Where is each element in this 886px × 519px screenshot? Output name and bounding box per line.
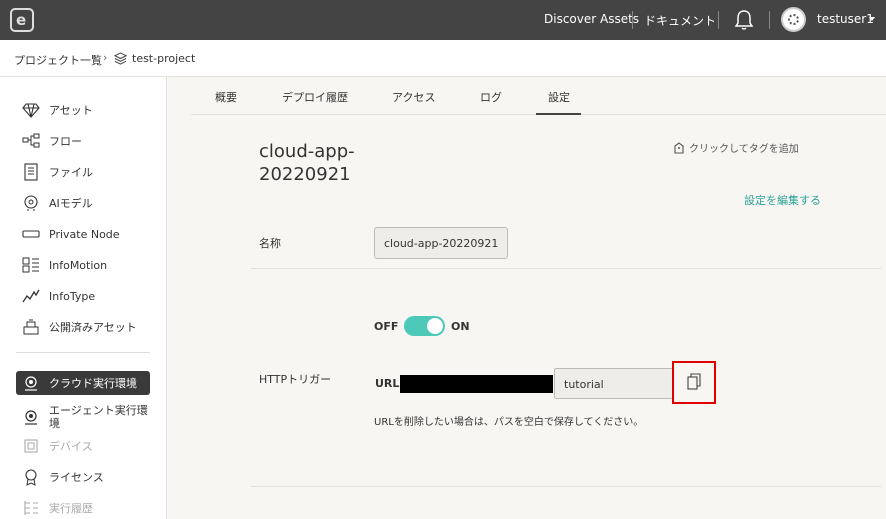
top-navbar: e Discover Assets ドキュメント testuser1 xyxy=(0,0,886,40)
section-divider xyxy=(251,268,881,269)
path-input[interactable]: tutorial xyxy=(554,368,673,399)
active-tab-indicator xyxy=(536,113,581,115)
sidebar-item-files[interactable]: ファイル xyxy=(16,160,150,184)
sidebar-item-license[interactable]: ライセンス xyxy=(16,465,150,489)
toggle-knob xyxy=(427,318,443,334)
breadcrumb-current-project[interactable]: test-project xyxy=(132,52,195,65)
sidebar-item-ai-models[interactable]: AIモデル xyxy=(16,191,150,215)
name-field: cloud-app-20220921 xyxy=(374,227,508,259)
nav-divider xyxy=(718,11,719,29)
nav-divider xyxy=(769,11,770,29)
breadcrumb-separator: › xyxy=(103,51,108,64)
sidebar-item-published-assets[interactable]: 公開済みアセット xyxy=(16,315,150,339)
user-menu-name[interactable]: testuser1 xyxy=(817,12,874,26)
sidebar-item-label: エージェント実行環境 xyxy=(49,404,148,430)
breadcrumb-project-list[interactable]: プロジェクト一覧 xyxy=(14,52,102,68)
tab-logs[interactable]: ログ xyxy=(480,89,502,105)
sidebar-item-label: アセット xyxy=(49,103,93,117)
page-title: cloud-app- 20220921 xyxy=(259,141,355,185)
add-tag-button[interactable]: クリックしてタグを追加 xyxy=(674,140,799,155)
tab-access[interactable]: アクセス xyxy=(392,89,435,105)
sidebar-item-label: InfoMotion xyxy=(49,258,108,272)
user-avatar[interactable] xyxy=(781,7,806,32)
infotype-icon xyxy=(22,289,40,303)
breadcrumb: プロジェクト一覧 › test-project xyxy=(0,40,886,77)
sidebar-item-infomotion[interactable]: InfoMotion xyxy=(16,253,150,277)
app-logo[interactable]: e xyxy=(10,8,34,32)
tab-settings[interactable]: 設定 xyxy=(548,89,570,105)
toggle-off-label: OFF xyxy=(374,320,399,333)
sidebar-item-infotype[interactable]: InfoType xyxy=(16,284,150,308)
node-icon xyxy=(22,230,40,238)
sidebar-item-label: 公開済みアセット xyxy=(49,320,137,334)
published-icon xyxy=(23,319,39,335)
sidebar-item-run-history: 実行履歴 xyxy=(16,496,150,519)
tab-deploy-history[interactable]: デプロイ履歴 xyxy=(282,89,348,105)
device-icon xyxy=(24,439,38,453)
brain-icon xyxy=(24,195,38,211)
sidebar-item-label: InfoType xyxy=(49,289,96,303)
history-icon xyxy=(24,501,38,515)
flow-icon xyxy=(22,133,40,148)
sidebar-item-label: AIモデル xyxy=(49,196,93,210)
tab-overview[interactable]: 概要 xyxy=(215,89,237,105)
toggle-on-label: ON xyxy=(451,320,470,333)
sidebar-item-assets[interactable]: アセット xyxy=(16,98,150,122)
copy-url-button[interactable] xyxy=(672,361,716,404)
agent-runtime-icon xyxy=(25,410,37,425)
copy-icon xyxy=(687,373,701,390)
cloud-runtime-icon xyxy=(25,376,37,391)
http-trigger-toggle[interactable] xyxy=(404,316,445,336)
sidebar-item-label: ライセンス xyxy=(49,470,104,484)
documents-link[interactable]: ドキュメント xyxy=(644,12,716,29)
bell-icon[interactable] xyxy=(734,9,754,31)
sidebar-item-private-node[interactable]: Private Node xyxy=(16,222,150,246)
sidebar-item-flow[interactable]: フロー xyxy=(16,129,150,153)
sidebar-item-devices: デバイス xyxy=(16,434,150,458)
nav-divider xyxy=(632,11,633,29)
sidebar-divider xyxy=(16,352,150,353)
sidebar-item-label: Private Node xyxy=(49,227,120,241)
sidebar-item-label: ファイル xyxy=(49,165,93,179)
chevron-down-icon[interactable] xyxy=(869,17,875,21)
infomotion-icon xyxy=(22,257,39,273)
sidebar-item-label: デバイス xyxy=(49,439,93,453)
layers-icon xyxy=(114,52,127,65)
tag-icon xyxy=(674,141,684,154)
http-trigger-label: HTTPトリガー xyxy=(259,373,332,386)
sidebar-item-label: 実行履歴 xyxy=(49,501,93,515)
discover-assets-link[interactable]: Discover Assets xyxy=(544,12,639,26)
sidebar-item-cloud-runtime[interactable]: クラウド実行環境 xyxy=(16,371,150,395)
edit-settings-link[interactable]: 設定を編集する xyxy=(744,192,821,208)
section-divider xyxy=(251,486,881,487)
sidebar-item-label: クラウド実行環境 xyxy=(49,376,137,390)
url-value-redacted xyxy=(400,375,553,393)
diamond-icon xyxy=(22,103,40,118)
sidebar-item-agent-runtime[interactable]: エージェント実行環境 xyxy=(16,402,150,432)
license-icon xyxy=(25,469,37,486)
sidebar-item-label: フロー xyxy=(49,134,82,148)
name-label: 名称 xyxy=(259,237,281,250)
tab-bar: 概要 デプロイ履歴 アクセス ログ 設定 xyxy=(191,77,886,115)
url-help-text: URLを削除したい場合は、パスを空白で保存してください。 xyxy=(374,417,644,428)
sidebar: アセット フロー ファイル AIモデル Private Node InfoMot… xyxy=(0,77,167,519)
file-icon xyxy=(24,163,38,181)
